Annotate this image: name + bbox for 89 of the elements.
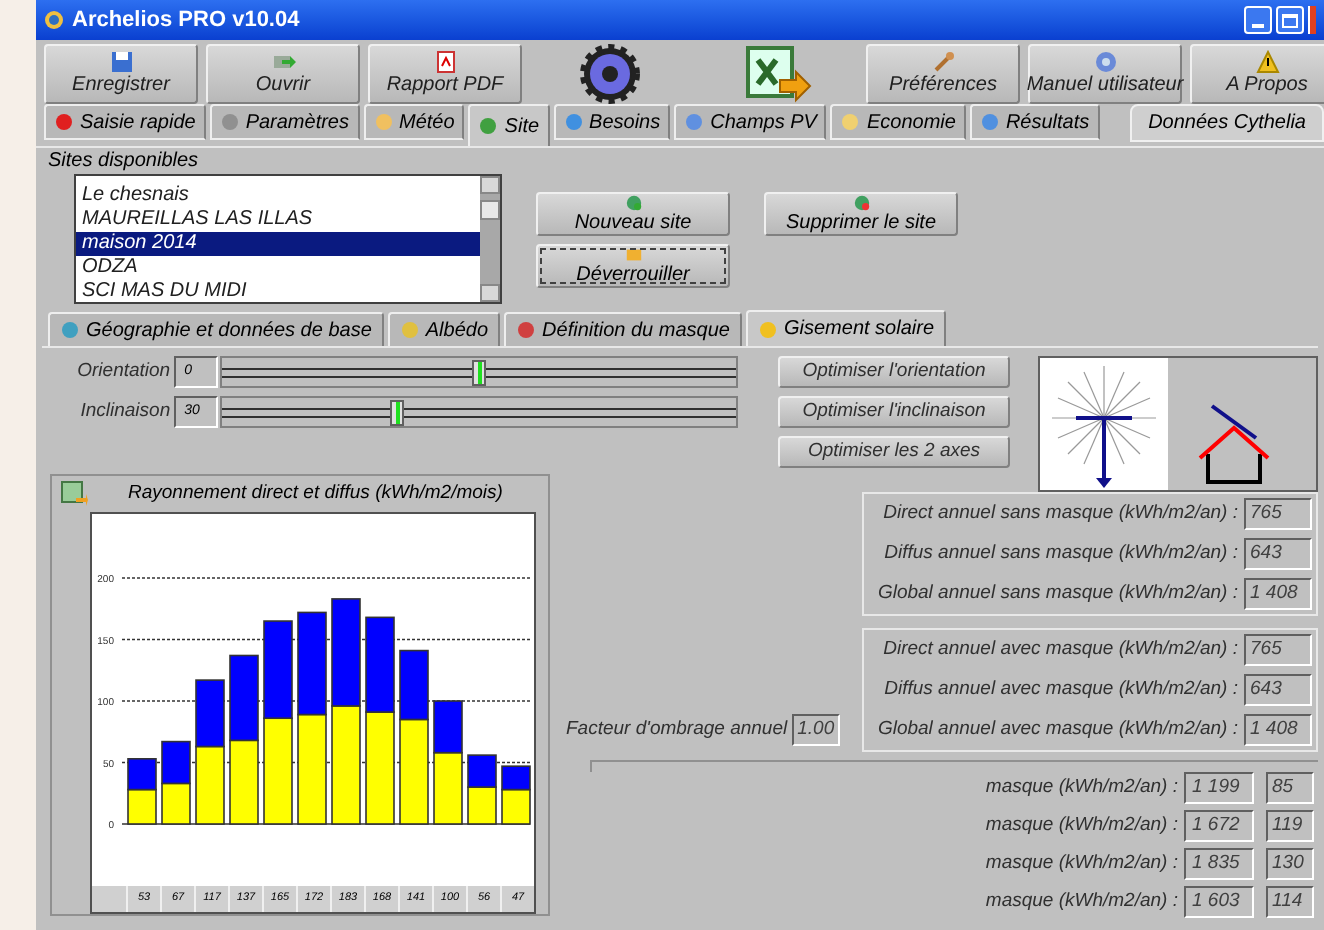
tab[interactable]: Résultats: [969, 104, 1100, 140]
tab-icon: [478, 116, 499, 136]
tab[interactable]: Saisie rapide: [44, 104, 206, 140]
chart-title: Rayonnement direct et diffus (kWh/m2/mois): [128, 479, 503, 508]
minimize-button[interactable]: [1244, 6, 1272, 34]
optimize-button[interactable]: Optimiser l'inclinaison: [778, 396, 1010, 428]
tab-icon: [219, 112, 240, 132]
result-label: Global annuel avec masque (kWh/m2/an) :: [877, 715, 1238, 744]
tab-icon: [516, 320, 537, 340]
slider-thumb[interactable]: [389, 400, 404, 426]
result-field: 1 672: [1184, 810, 1254, 842]
site-button[interactable]: Nouveau site: [536, 192, 730, 236]
result-field: 643: [1244, 538, 1312, 570]
tab[interactable]: Besoins: [553, 104, 671, 140]
site-list-item[interactable]: maison 2014: [76, 232, 480, 256]
percent-field: 130: [1266, 848, 1314, 880]
result-label: Direct annuel avec masque (kWh/m2/an) :: [883, 635, 1238, 664]
settings-icon[interactable]: [580, 43, 640, 103]
document-icon: [433, 49, 457, 73]
result-label: masque (kWh/m2/an) :: [985, 811, 1178, 840]
site-list-item[interactable]: MAUREILLAS LAS ILLAS: [76, 208, 480, 232]
result-label: masque (kWh/m2/an) :: [985, 773, 1178, 802]
result-field: 1 835: [1184, 848, 1254, 880]
export-icon[interactable]: [60, 480, 88, 508]
tab-icon: [563, 112, 584, 132]
toolbar-button[interactable]: A Propos: [1190, 43, 1324, 103]
result-label: Diffus annuel sans masque (kWh/m2/an) :: [884, 539, 1238, 568]
data-source-label: Données Cythelia: [1130, 104, 1324, 142]
tab-icon: [373, 112, 393, 132]
site-list-item[interactable]: ODZA: [76, 256, 480, 280]
tab[interactable]: Site: [468, 104, 550, 146]
result-field: 643: [1244, 674, 1312, 706]
tab[interactable]: Paramètres: [209, 104, 359, 140]
result-label: Global annuel sans masque (kWh/m2/an) :: [877, 579, 1238, 608]
shading-factor-field: 1.00: [791, 714, 840, 746]
percent-field: 119: [1266, 810, 1314, 842]
globe-icon: [623, 194, 643, 212]
result-label: masque (kWh/m2/an) :: [985, 849, 1178, 878]
tab[interactable]: Economie: [830, 104, 966, 140]
result-field: 1 603: [1184, 886, 1254, 918]
globe-icon: [851, 194, 871, 212]
window-title: Archelios PRO v10.04: [72, 5, 300, 36]
subtab[interactable]: Géographie et données de base: [48, 312, 384, 346]
subtab[interactable]: Albédo: [387, 312, 501, 346]
result-field: 1 408: [1244, 714, 1312, 746]
toolbar-button[interactable]: Enregistrer: [44, 43, 198, 103]
subtab[interactable]: Gisement solaire: [745, 310, 947, 346]
close-button[interactable]: [1308, 6, 1316, 34]
app-icon: [44, 10, 64, 30]
tab-icon: [757, 319, 778, 339]
shading-factor-label: Facteur d'ombrage annuel: [566, 715, 788, 744]
tab-icon: [399, 320, 420, 340]
result-field: 765: [1244, 634, 1312, 666]
slider-thumb[interactable]: [471, 360, 486, 386]
tab-icon: [684, 112, 705, 132]
warning-icon: [1255, 49, 1279, 73]
result-field: 1 408: [1244, 578, 1312, 610]
tab-icon: [60, 320, 80, 340]
wrench-icon: [931, 49, 955, 73]
optimize-button[interactable]: Optimiser les 2 axes: [778, 436, 1010, 468]
result-field: 1 199: [1184, 772, 1254, 804]
tab[interactable]: Champs PV: [674, 104, 827, 140]
result-field: 765: [1244, 498, 1312, 530]
slider-label: Orientation: [75, 357, 173, 386]
site-button[interactable]: Supprimer le site: [764, 192, 958, 236]
result-label: Diffus annuel avec masque (kWh/m2/an) :: [884, 675, 1238, 704]
globe-icon: [1093, 49, 1117, 73]
subtab[interactable]: Définition du masque: [504, 312, 742, 346]
spreadsheet-export-icon[interactable]: [744, 43, 812, 103]
scrollbar[interactable]: [480, 176, 500, 302]
toolbar-button[interactable]: Rapport PDF: [368, 43, 522, 103]
tab-icon: [54, 112, 74, 132]
toolbar-button[interactable]: Ouvrir: [206, 43, 360, 103]
result-label: Direct annuel sans masque (kWh/m2/an) :: [883, 499, 1238, 528]
percent-field: 85: [1266, 772, 1314, 804]
sites-label: Sites disponibles: [46, 150, 201, 174]
site-button[interactable]: Déverrouiller: [536, 244, 730, 288]
result-label: masque (kWh/m2/an) :: [985, 887, 1178, 916]
tab-icon: [840, 112, 861, 132]
site-list-item[interactable]: SCI MAS DU MIDI: [76, 280, 480, 304]
slider-label: Inclinaison: [78, 397, 173, 426]
optimize-button[interactable]: Optimiser l'orientation: [778, 356, 1010, 388]
toolbar-button[interactable]: Manuel utilisateur: [1028, 43, 1182, 103]
toolbar-button[interactable]: Préférences: [866, 43, 1020, 103]
tab[interactable]: Météo: [363, 104, 465, 140]
percent-field: 114: [1266, 886, 1314, 918]
tab-icon: [979, 112, 1000, 132]
maximize-button[interactable]: [1276, 6, 1304, 34]
site-list-item[interactable]: Le chesnais: [76, 184, 480, 208]
